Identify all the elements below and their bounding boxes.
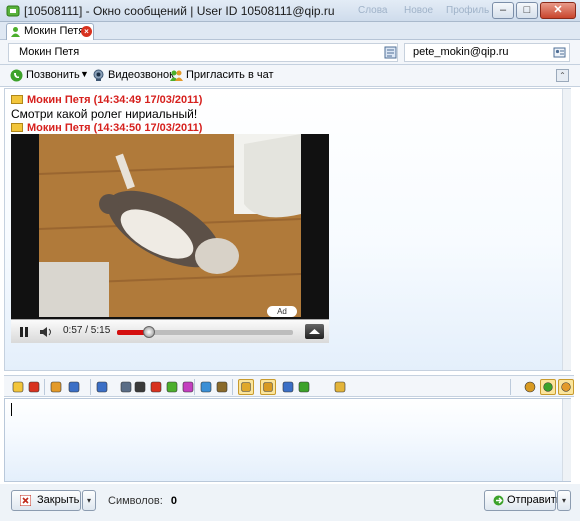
contact-bar: Мокин Петя pete_mokin@qip.ru: [0, 40, 580, 65]
history-scrollbar[interactable]: [562, 89, 571, 370]
message-input[interactable]: [4, 398, 571, 482]
video-call-button[interactable]: Видеозвонок: [92, 69, 174, 83]
video-controls: 0:57 / 5:15: [11, 319, 329, 343]
calendar-icon[interactable]: [66, 379, 82, 395]
character-counter: Символов: 0: [108, 495, 177, 507]
collapse-toolbar-button[interactable]: ⌃: [556, 69, 569, 82]
video-seek-handle[interactable]: [142, 326, 155, 338]
send-arrow-icon: [493, 495, 504, 506]
ad-badge[interactable]: Ad: [267, 306, 297, 317]
fullscreen-icon[interactable]: [305, 324, 324, 339]
bottom-bar: Закрыть ▾ Символов: 0 Отправить ▾: [0, 484, 580, 521]
video-time: 0:57 / 5:15: [63, 325, 111, 336]
message-envelope-icon: [11, 95, 23, 104]
invite-icon: [170, 70, 183, 81]
close-chat-button[interactable]: Закрыть: [11, 490, 81, 511]
send-button[interactable]: Отправить: [484, 490, 562, 511]
format-toolbar: [4, 375, 574, 397]
options-gear-icon[interactable]: [558, 379, 574, 395]
settings-icon[interactable]: [214, 379, 230, 395]
webcam-icon: [93, 69, 104, 81]
phone-icon: [10, 69, 23, 82]
contact-details-icon[interactable]: [384, 46, 397, 59]
message-header-text: Мокин Петя (14:34:49 17/03/2011): [27, 94, 203, 106]
video-seek-bar[interactable]: [117, 326, 293, 338]
smiley-icon[interactable]: [10, 379, 26, 395]
input-scrollbar[interactable]: [562, 399, 571, 481]
contact-name-field: Мокин Петя: [8, 43, 398, 62]
volume-icon[interactable]: [38, 325, 54, 339]
pause-icon[interactable]: [17, 325, 31, 339]
close-options-dropdown[interactable]: ▾: [82, 490, 96, 511]
contact-email-field: pete_mokin@qip.ru: [404, 43, 570, 62]
emoticons-icon[interactable]: [48, 379, 64, 395]
tab-strip: Мокин Петя ×: [0, 22, 580, 40]
close-x-icon: [20, 495, 31, 506]
message-header-text: Мокин Петя (14:34:50 17/03/2011): [27, 122, 203, 134]
ghost-menu-item: Профиль: [446, 5, 490, 16]
message-header: Мокин Петя (14:34:50 17/03/2011): [11, 122, 202, 134]
qip-app-icon: [6, 5, 20, 17]
sms-icon[interactable]: [148, 379, 164, 395]
message-text: Смотри какой ролег нириальный!: [11, 107, 198, 121]
toolbar-separator: [194, 379, 195, 395]
title-bar: [10508111] - Окно сообщений | User ID 10…: [0, 0, 580, 22]
ghost-menu-item: Слова: [358, 5, 388, 16]
character-count: 0: [170, 495, 177, 507]
maximize-button[interactable]: □: [516, 2, 538, 19]
close-chat-label: Закрыть: [37, 494, 80, 506]
save-icon[interactable]: [94, 379, 110, 395]
call-button[interactable]: Позвонить: [10, 69, 80, 83]
toolbar-separator: [44, 379, 45, 395]
send-file-icon[interactable]: [198, 379, 214, 395]
embedded-video-player[interactable]: Ad 0:57 / 5:15: [11, 134, 329, 343]
vcard-icon[interactable]: [553, 46, 566, 59]
call-label: Позвонить: [26, 69, 80, 81]
folder-icon[interactable]: [332, 379, 348, 395]
contact-email: pete_mokin@qip.ru: [413, 46, 509, 58]
minimize-button[interactable]: –: [492, 2, 514, 19]
send-label: Отправить: [507, 494, 562, 506]
invite-to-chat-button[interactable]: Пригласить в чат: [170, 69, 274, 83]
toolbar-separator: [510, 379, 511, 395]
contacts-icon[interactable]: [164, 379, 180, 395]
video-call-label: Видеозвонок: [108, 69, 174, 81]
camera-icon[interactable]: [132, 379, 148, 395]
invite-label: Пригласить в чат: [186, 69, 274, 81]
message-header: Мокин Петя (14:34:49 17/03/2011): [11, 94, 202, 106]
close-window-button[interactable]: ✕: [540, 2, 576, 19]
tab-contact[interactable]: Мокин Петя ×: [6, 23, 94, 40]
video-frame: [39, 134, 301, 317]
text-caret: [11, 403, 12, 416]
action-bar: Позвонить ▼ Видеозвонок Пригласить в чат…: [0, 65, 580, 87]
message-history: Мокин Петя (14:34:49 17/03/2011) Смотри …: [4, 88, 571, 371]
character-counter-label: Символов:: [108, 495, 163, 507]
contact-name: Мокин Петя: [19, 46, 80, 58]
toolbar-separator: [232, 379, 233, 395]
tab-close-icon[interactable]: ×: [81, 26, 92, 37]
ghost-menu-item: Новое: [404, 5, 434, 16]
translit-icon[interactable]: [280, 379, 296, 395]
spell-check-icon[interactable]: [540, 379, 556, 395]
call-dropdown-icon[interactable]: ▼: [80, 69, 89, 83]
window-title: [10508111] - Окно сообщений | User ID 10…: [24, 4, 335, 18]
history-icon[interactable]: [260, 379, 276, 395]
online-status-icon: [11, 27, 20, 37]
text-color-icon[interactable]: [522, 379, 538, 395]
toolbar-separator: [90, 379, 91, 395]
quote-icon[interactable]: [238, 379, 254, 395]
send-options-dropdown[interactable]: ▾: [557, 490, 571, 511]
file-transfer-icon[interactable]: [296, 379, 312, 395]
hearts-icon[interactable]: [26, 379, 42, 395]
message-envelope-icon: [11, 123, 23, 132]
tab-label: Мокин Петя: [24, 25, 85, 37]
